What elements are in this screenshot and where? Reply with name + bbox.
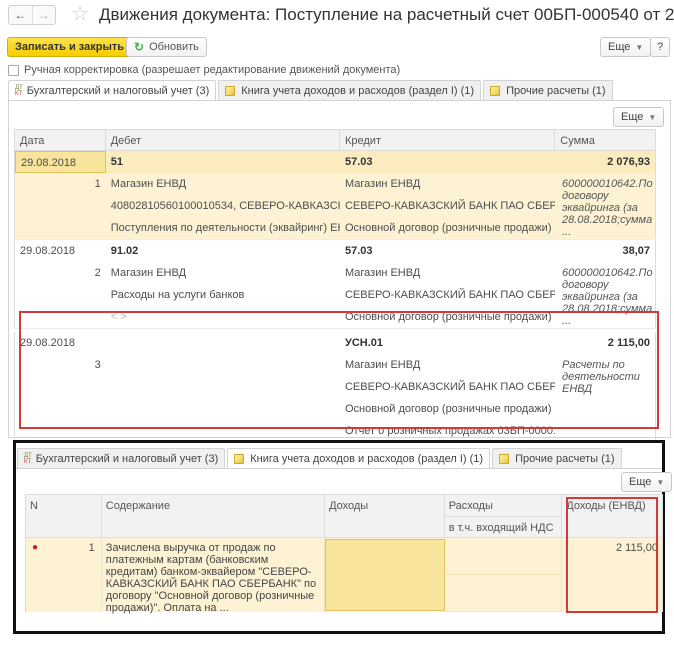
column-expenses-vat[interactable]: в т.ч. входящий НДС [445, 517, 562, 539]
tab-divider [16, 468, 662, 469]
entry-sum: 38,07 [622, 245, 650, 257]
row-income[interactable] [325, 539, 445, 611]
checkbox-icon[interactable] [8, 64, 19, 76]
entry-number: 2 [94, 267, 101, 279]
highlight-box-entry-3 [19, 311, 659, 429]
table-header: Дата Дебет Кредит Сумма [14, 129, 656, 151]
column-content[interactable]: Содержание [102, 495, 326, 537]
credit-subconto: СЕВЕРО-КАВКАЗСКИЙ БАНК ПАО СБЕРБАНК [344, 200, 556, 212]
tab-other-settlements[interactable]: Прочие расчеты (1) [483, 80, 613, 100]
debit-account: 51 [110, 156, 123, 168]
sum-note: 600000010642.По договору эквайринга (за … [562, 178, 653, 238]
refresh-icon: ↻ [134, 40, 145, 54]
credit-account: 57.03 [344, 245, 373, 257]
column-date[interactable]: Дата [15, 130, 106, 150]
chevron-down-icon: ▼ [635, 42, 644, 52]
back-button[interactable]: ← [9, 6, 32, 24]
chevron-down-icon: ▼ [648, 112, 657, 122]
forward-button[interactable]: → [31, 6, 56, 24]
more-menu-button[interactable]: Еще ▼ [600, 37, 652, 57]
tab-label: Бухгалтерский и налоговый учет (3) [35, 452, 219, 465]
highlight-box-income-envd [566, 497, 658, 613]
window-title: Движения документа: Поступление на расче… [99, 5, 674, 24]
tab-label: Прочие расчеты (1) [506, 84, 606, 97]
more-label: Еще [608, 41, 631, 53]
credit-subconto: Основной договор (розничные продажи) [344, 222, 552, 234]
entry-date[interactable]: 29.08.2018 [15, 151, 106, 173]
column-income[interactable]: Доходы [325, 495, 445, 537]
column-credit[interactable]: Кредит [340, 130, 556, 150]
record-marker-icon: ● [32, 542, 39, 553]
dt-kt-icon: ДТ КТ [24, 452, 32, 465]
tab-label: Бухгалтерский и налоговый учет (3) [26, 85, 210, 97]
row-number: 1 [88, 542, 95, 554]
tab-bar: ДТ КТ Бухгалтерский и налоговый учет (3) … [8, 80, 615, 101]
credit-subconto: Магазин ЕНВД [344, 178, 421, 190]
tab-income-book[interactable]: Книга учета доходов и расходов (раздел I… [218, 80, 482, 100]
row-expenses-group [444, 538, 563, 612]
row-number-cell: ● 1 [26, 538, 102, 612]
refresh-button[interactable]: ↻ Обновить [126, 37, 207, 57]
save-and-close-button[interactable]: Записать и закрыть [7, 37, 133, 57]
navigation-buttons: ← → [8, 5, 56, 25]
more-arrow-icon[interactable]: › [664, 7, 668, 19]
dt-kt-icon: ДТ КТ [15, 85, 23, 97]
more-label: Еще [629, 476, 652, 488]
tab-label: Книга учета доходов и расходов (раздел I… [241, 84, 475, 97]
debit-subconto: 40802810560100010534, СЕВЕРО-КАВКАЗСКИ..… [110, 200, 340, 212]
row-content: Зачислена выручка от продаж по платежным… [102, 538, 326, 614]
row-expenses-vat [444, 575, 562, 612]
table-more-button[interactable]: Еще ▼ [621, 472, 673, 492]
column-sum[interactable]: Сумма [555, 130, 655, 150]
entry-date: 29.08.2018 [20, 245, 76, 257]
credit-subconto: Магазин ЕНВД [344, 267, 421, 279]
table-row[interactable]: 29.08.2018 51 57.03 2 076,93 1 Магазин Е… [14, 151, 656, 240]
favorite-star-icon[interactable]: ☆ [71, 3, 89, 25]
tab-label: Книга учета доходов и расходов (раздел I… [250, 453, 484, 465]
debit-account: 91.02 [110, 245, 139, 257]
book-icon [499, 453, 510, 464]
book-icon [225, 85, 236, 96]
credit-account: 57.03 [344, 156, 373, 168]
tab-income-book[interactable]: Книга учета доходов и расходов (раздел I… [227, 448, 491, 469]
tab-bar-2: ДТ КТ Бухгалтерский и налоговый учет (3) … [17, 448, 624, 469]
book-icon [234, 454, 245, 464]
debit-subconto: Магазин ЕНВД [110, 267, 187, 279]
row-expenses [444, 538, 562, 575]
tab-other-settlements[interactable]: Прочие расчеты (1) [492, 448, 622, 468]
debit-subconto: Расходы на услуги банков [110, 289, 245, 301]
credit-subconto: СЕВЕРО-КАВКАЗСКИЙ БАНК ПАО СБЕРБАНК [344, 289, 556, 301]
help-button[interactable]: ? [650, 37, 670, 57]
manual-edit-checkbox[interactable]: Ручная корректировка (разрешает редактир… [8, 64, 400, 76]
book-icon [490, 85, 501, 96]
column-debit[interactable]: Дебет [106, 130, 340, 150]
more-label: Еще [621, 111, 644, 123]
chevron-down-icon: ▼ [656, 477, 665, 487]
debit-subconto: Магазин ЕНВД [110, 178, 187, 190]
column-expenses[interactable]: Расходы [444, 495, 562, 517]
tab-accounting[interactable]: ДТ КТ Бухгалтерский и налоговый учет (3) [8, 80, 217, 101]
tab-accounting[interactable]: ДТ КТ Бухгалтерский и налоговый учет (3) [17, 448, 226, 468]
column-n[interactable]: N [26, 495, 102, 537]
refresh-label: Обновить [149, 41, 199, 53]
column-expenses-group: Расходы в т.ч. входящий НДС [444, 495, 563, 539]
entry-sum: 2 076,93 [607, 156, 650, 168]
debit-subconto: Поступления по деятельности (эквайринг) … [110, 222, 340, 234]
entry-number: 1 [94, 178, 101, 190]
tab-label: Прочие расчеты (1) [515, 452, 615, 465]
manual-edit-label: Ручная корректировка (разрешает редактир… [24, 64, 401, 76]
table-more-button[interactable]: Еще ▼ [613, 107, 665, 127]
